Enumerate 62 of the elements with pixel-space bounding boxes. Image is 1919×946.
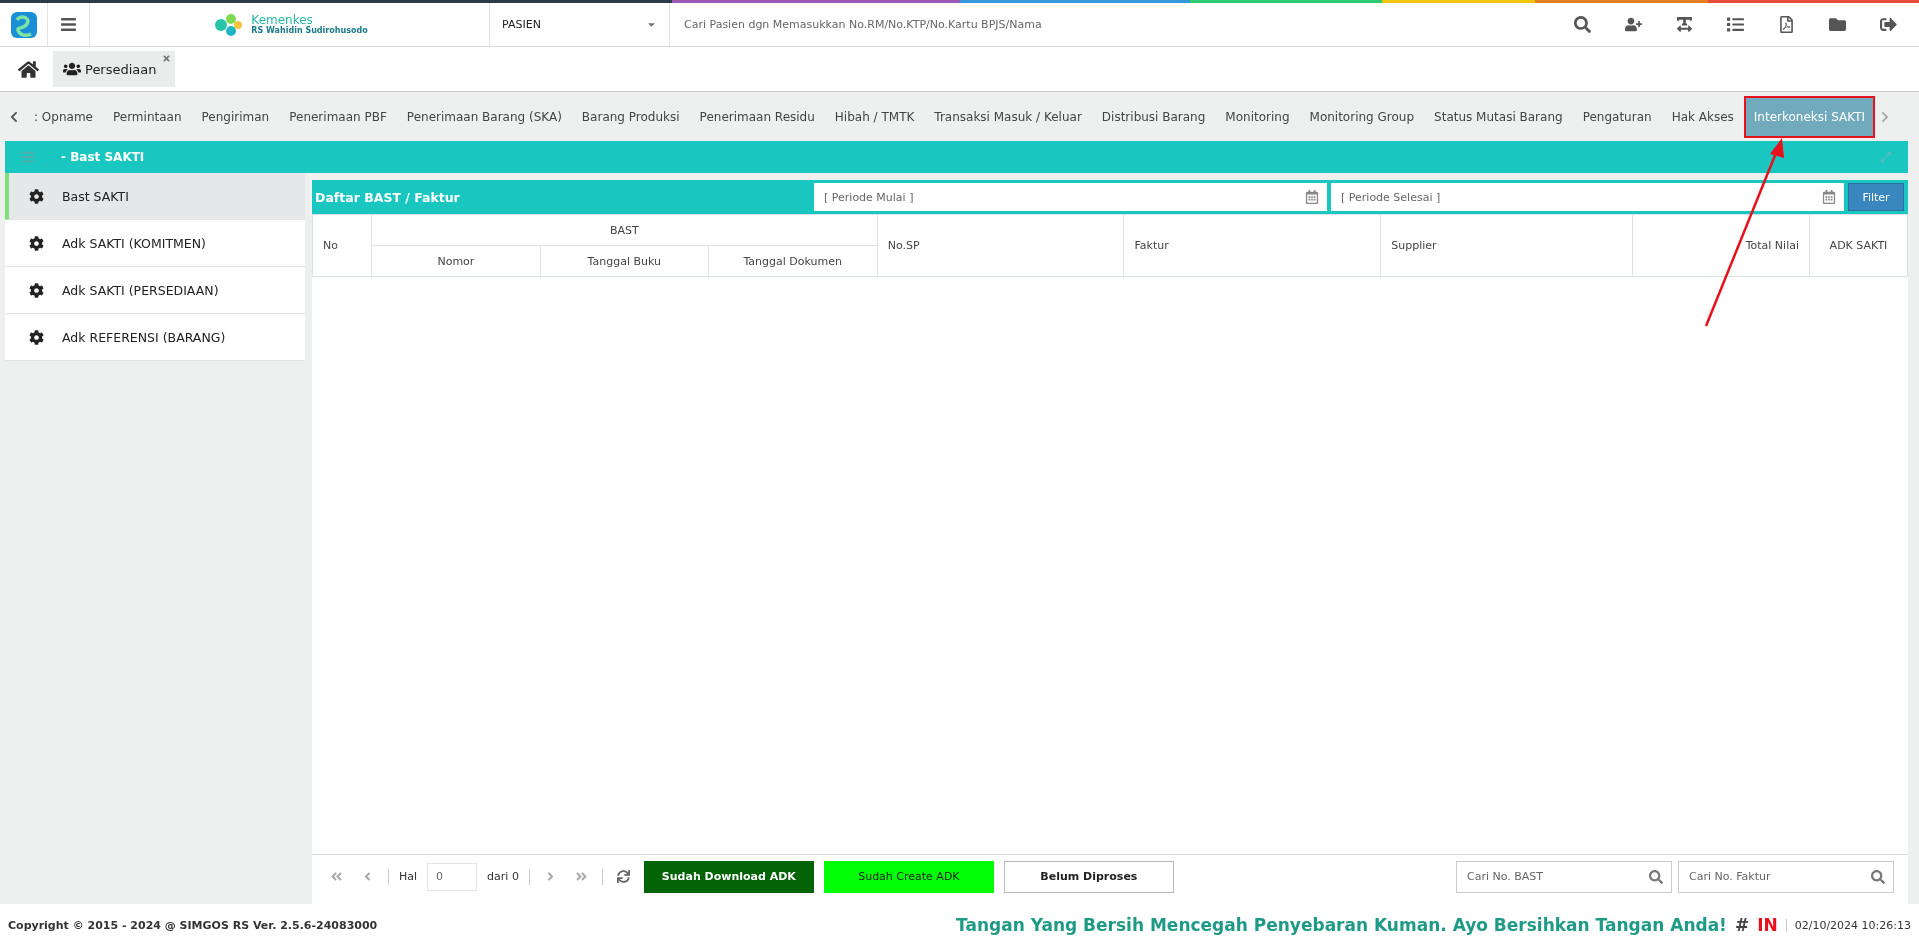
menu-tab[interactable]: Monitoring [1215, 95, 1300, 138]
gear-icon [29, 282, 44, 298]
status-filter-button[interactable]: Sudah Create ADK [823, 860, 994, 893]
faktur-search-field[interactable]: Cari No. Faktur [1678, 860, 1894, 893]
status-filter-button[interactable]: Belum Diproses [1003, 860, 1174, 893]
start-date-field[interactable]: [ Periode Mulai ] [814, 183, 1327, 211]
bast-search-field[interactable]: Cari No. BAST [1456, 860, 1672, 893]
page-count-label: dari 0 [487, 870, 519, 883]
menu-tab[interactable]: Penerimaan Barang (SKA) [396, 95, 572, 138]
column-header: No.SP [877, 214, 1124, 277]
sidebar-item[interactable]: Bast SAKTI [5, 173, 305, 220]
menu-tab[interactable]: Hak Akses [1661, 95, 1744, 138]
app-logo-icon [8, 9, 39, 40]
status-tag: IN [1757, 915, 1778, 935]
brand-subtitle: RS Wahidin Sudirohusodo [251, 26, 368, 36]
end-date-field[interactable]: [ Periode Selesai ] [1331, 183, 1844, 211]
page-label: Hal [399, 870, 418, 883]
date-time: 02/10/2024 10:26:13 [1785, 918, 1911, 932]
close-icon[interactable] [161, 54, 171, 63]
column-header: ADK SAKTI [1809, 214, 1908, 277]
menu-tab[interactable]: Pengaturan [1572, 95, 1662, 138]
list-title: Daftar BAST / Faktur [315, 189, 461, 205]
hash-text: # [1734, 915, 1750, 935]
column-header: Total Nilai [1632, 214, 1810, 277]
menu-tab[interactable]: Permintaan [102, 95, 192, 138]
column-header: BAST [371, 214, 878, 246]
column-header: Faktur [1123, 214, 1381, 277]
menu-icon [60, 16, 77, 33]
sidebar-item[interactable]: Adk SAKTI (PERSEDIAAN) [5, 267, 305, 314]
menu-tab[interactable]: Distribusi Barang [1091, 95, 1216, 138]
column-header: No [312, 214, 372, 277]
menu-tab[interactable]: Hibah / TMTK [824, 95, 925, 138]
menu-tab[interactable]: Transaksi Masuk / Keluar [924, 95, 1092, 138]
gear-icon [29, 188, 44, 204]
panel-title: - Bast SAKTI [61, 150, 146, 164]
column-header: Tanggal Buku [540, 245, 709, 277]
column-header: Nomor [371, 245, 541, 277]
menu-tab[interactable]: Status Mutasi Barang [1424, 95, 1573, 138]
gear-icon [29, 329, 44, 345]
sidebar-item[interactable]: Adk REFERENSI (BARANG) [5, 314, 305, 361]
menu-tab[interactable]: Pengiriman [191, 95, 280, 138]
menu-tab[interactable]: Barang Produksi [571, 95, 690, 138]
brand-title: Kemenkes [251, 13, 313, 27]
menu-tab[interactable]: Monitoring Group [1299, 95, 1425, 138]
column-header: Supplier [1380, 214, 1633, 277]
menu-tab[interactable]: Penerimaan Residu [689, 95, 825, 138]
sidebar-item[interactable]: Adk SAKTI (KOMITMEN) [5, 220, 305, 267]
copyright-text: Copyright © 2015 - 2024 @ SIMGOS RS Ver. 2.5.6-24083000 [8, 918, 379, 932]
calendar-icon [1305, 190, 1319, 204]
menu-tab[interactable]: : Opname [24, 95, 103, 138]
announcement-text: Tangan Yang Bersih Mencegah Penyebaran Kuman. Ayo Bersihkan Tangan Anda! [956, 915, 1727, 935]
filter-button[interactable]: Filter [1848, 183, 1904, 211]
calendar-icon [1822, 190, 1836, 204]
patient-search-input[interactable]: Cari Pasien dgn Memasukkan No.RM/No.KTP/No.Kartu BPJS/Nama [684, 12, 1284, 37]
search-icon [1649, 869, 1663, 884]
gear-icon [29, 235, 44, 251]
menu-tab[interactable]: Penerimaan PBF [279, 95, 397, 138]
open-tab[interactable]: Persediaan [53, 51, 175, 87]
page-input[interactable]: 0 [427, 862, 478, 891]
users-icon [63, 60, 81, 78]
status-filter-button[interactable]: Sudah Download ADK [643, 860, 814, 893]
search-icon [1871, 869, 1885, 884]
